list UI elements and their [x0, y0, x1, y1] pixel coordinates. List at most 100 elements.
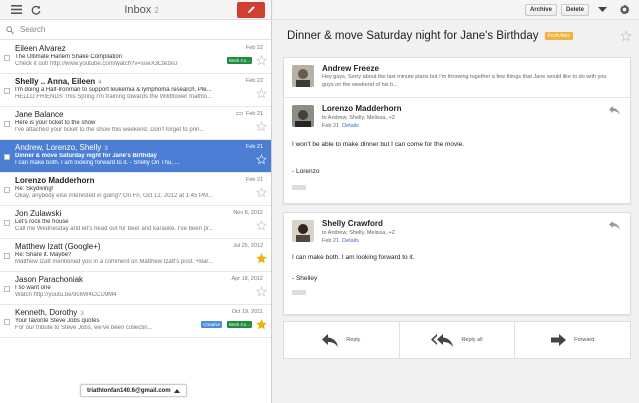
- row-checkbox[interactable]: [4, 286, 10, 292]
- archive-button[interactable]: Archive: [524, 3, 557, 16]
- email-row[interactable]: Jon Zulawski Nov 8, 2012 Let's rock the …: [0, 206, 271, 239]
- avatar: [292, 220, 314, 242]
- star-icon-starred[interactable]: [256, 319, 267, 330]
- unread-count: 2: [154, 5, 159, 15]
- email-row[interactable]: Jason Parachoniak Apr 18, 2012 I so want…: [0, 272, 271, 305]
- row-checkbox[interactable]: [4, 220, 10, 226]
- inbox-title: Inbox 2: [46, 4, 237, 16]
- settings-gear-icon[interactable]: [615, 3, 633, 17]
- expanded-message: Lorenzo Madderhorn to Andrew, Shelly, Me…: [284, 98, 630, 129]
- body-signature: - Shelley: [292, 275, 318, 282]
- reply-all-button[interactable]: Reply all: [400, 322, 516, 358]
- row-preview: I've attached your ticket to the show th…: [15, 127, 205, 133]
- star-icon[interactable]: [256, 55, 267, 66]
- reply-button[interactable]: Reply: [284, 322, 400, 358]
- inbox-label: Inbox: [124, 3, 152, 16]
- pencil-icon: [247, 6, 255, 13]
- row-checkbox[interactable]: [4, 319, 10, 325]
- message-card: Shelly Crawford to Andrew, Shelly, Melis…: [283, 212, 631, 315]
- account-switcher[interactable]: triathlonfan140.6@gmail.com: [80, 384, 187, 397]
- forward-button[interactable]: Forward: [515, 322, 630, 358]
- row-subject: Here is your ticket to the show: [15, 120, 96, 126]
- email-row[interactable]: Shelly .. Anna, Eileen 4 Feb 22 I'm doing…: [0, 74, 271, 107]
- row-date: Feb 21: [235, 111, 263, 117]
- row-date: Feb 22: [245, 45, 263, 51]
- star-icon[interactable]: [256, 88, 267, 99]
- sender-name: Shelly Crawford: [322, 219, 383, 228]
- row-preview: Matthew Izatt mentioned you in a comment…: [15, 259, 214, 265]
- dropdown-menu-icon[interactable]: [593, 3, 611, 17]
- show-trimmed-content-button[interactable]: [292, 185, 306, 190]
- paperclip-icon: [235, 111, 243, 115]
- delete-button[interactable]: Delete: [560, 3, 589, 16]
- menu-icon[interactable]: [6, 2, 26, 18]
- forward-label: Forward: [574, 337, 595, 343]
- row-date: Nov 8, 2012: [233, 210, 263, 216]
- reply-icon[interactable]: [609, 221, 620, 230]
- row-date: Feb 21: [245, 144, 263, 150]
- star-icon-starred[interactable]: [256, 253, 267, 264]
- row-checkbox[interactable]: [4, 187, 10, 193]
- row-date: Apr 18, 2012: [231, 276, 264, 282]
- row-subject: I'm doing a Half-Ironman to support leuk…: [15, 87, 212, 93]
- row-preview: Check it out! http://www.youtube.com/wat…: [15, 61, 178, 67]
- email-row-selected[interactable]: Andrew, Lorenzo, Shelly 3 Feb 21 Dinner &…: [0, 140, 271, 173]
- reading-pane: Archive Delete Dinner & move Saturday ni…: [273, 0, 639, 403]
- reply-label: Reply: [346, 337, 361, 343]
- star-icon[interactable]: [256, 154, 267, 165]
- row-checkbox[interactable]: [4, 88, 10, 94]
- row-checkbox[interactable]: [4, 154, 10, 160]
- message-meta: Feb 21 Details: [322, 123, 622, 129]
- compose-button[interactable]: [237, 1, 265, 18]
- message-body: I won't be able to make dinner but I can…: [284, 141, 630, 175]
- row-subject: Let's rock the house: [15, 219, 69, 225]
- star-icon[interactable]: [256, 187, 267, 198]
- recipients: to Andrew, Shelly, Melissa, +2: [322, 115, 395, 121]
- email-row[interactable]: Eileen Alvarez Feb 22 The Ultimate Harle…: [0, 41, 271, 74]
- caret-up-icon: [173, 388, 180, 393]
- row-preview: HELLO FRIENDS This Spring I'm training t…: [15, 94, 213, 100]
- reply-icon: [322, 333, 339, 347]
- details-link[interactable]: Details: [342, 123, 359, 129]
- refresh-icon[interactable]: [26, 2, 46, 18]
- thread-header: Dinner & move Saturday night for Jane's …: [287, 30, 632, 42]
- message-toolbar: Archive Delete: [273, 0, 639, 20]
- email-row[interactable]: Matthew Izatt (Google+) Jul 25, 2012 Re:…: [0, 239, 271, 272]
- star-icon[interactable]: [256, 121, 267, 132]
- body-line: I can make both. I am looking forward to…: [292, 254, 415, 261]
- details-link[interactable]: Details: [342, 238, 359, 244]
- show-trimmed-content-button[interactable]: [292, 290, 306, 295]
- reply-all-label: Reply all: [461, 337, 483, 343]
- row-sender: Andrew, Lorenzo, Shelly 3: [15, 143, 108, 152]
- inbox-toolbar: Inbox 2: [0, 0, 271, 20]
- row-sender: Kenneth, Dorothy 3: [15, 308, 84, 317]
- search-icon: [6, 25, 14, 34]
- reply-icon[interactable]: [609, 106, 620, 115]
- avatar: [292, 105, 314, 127]
- thread-label[interactable]: Festivities: [544, 32, 573, 40]
- row-sender: Lorenzo Madderhorn: [15, 176, 95, 185]
- reply-actions-bar: Reply Reply all Forward: [283, 321, 631, 359]
- message-date: Feb 21: [322, 123, 340, 129]
- row-checkbox[interactable]: [4, 253, 10, 259]
- email-row[interactable]: Lorenzo Madderhorn Feb 21 Re: Skydiving!…: [0, 173, 271, 206]
- avatar: [292, 65, 314, 87]
- message-body: I can make both. I am looking forward to…: [284, 254, 630, 282]
- body-line: I won't be able to make dinner but I can…: [292, 141, 465, 148]
- row-preview: Call me Wednesday and let's head out for…: [15, 226, 214, 232]
- label-badge: Work Co...: [226, 321, 252, 328]
- row-checkbox[interactable]: [4, 55, 10, 61]
- label-badge: Creative: [201, 321, 222, 328]
- star-icon[interactable]: [256, 286, 267, 297]
- star-icon[interactable]: [620, 30, 632, 42]
- row-sender: Matthew Izatt (Google+): [15, 242, 101, 251]
- collapsed-message[interactable]: Andrew Freeze Hey guys, Sorry about the …: [284, 58, 630, 98]
- search-input[interactable]: [20, 25, 220, 34]
- email-row[interactable]: Jane Balance Feb 21 Here is your ticket …: [0, 107, 271, 140]
- sender-name: Andrew Freeze: [322, 64, 379, 73]
- email-row[interactable]: Kenneth, Dorothy 3 Oct 19, 2011 Your favo…: [0, 305, 271, 338]
- row-checkbox[interactable]: [4, 121, 10, 127]
- star-icon[interactable]: [256, 220, 267, 231]
- row-subject: Re: Skydiving!: [15, 186, 54, 192]
- gmail-app: Inbox2 Eileen Alvarez Feb 22 The Ultimat…: [0, 0, 639, 403]
